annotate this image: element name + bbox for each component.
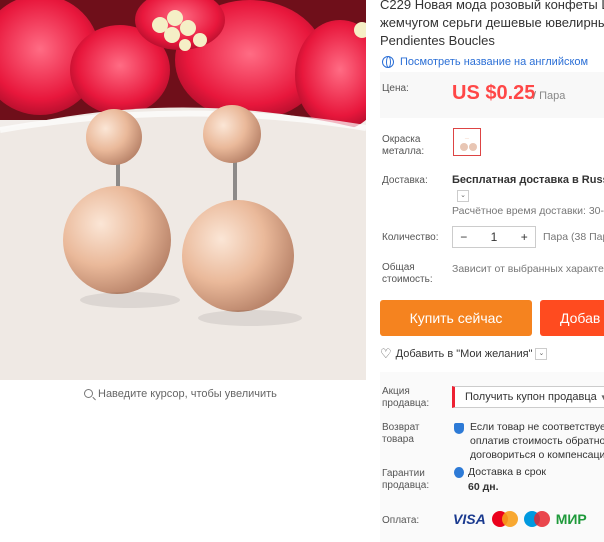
buy-now-button[interactable]: Купить сейчас [380,300,532,336]
payment-label: Оплата: [382,515,420,526]
payment-methods: VISA МИР [453,511,587,527]
shield-icon [454,423,464,434]
price-label: Цена: [382,83,409,94]
refund-text-line: Если товар не соответствует [470,421,604,433]
color-option-thumbnail[interactable] [453,128,481,156]
quantity-label: Количество: [382,232,439,243]
globe-icon [382,56,394,68]
guarantee-label: Гарантии продавца: [382,468,430,491]
add-to-cart-button[interactable]: Добав [540,300,604,336]
refund-label: Возврат товара [382,422,420,445]
caret-down-icon: ▼ [599,393,604,402]
mir-logo: МИР [555,511,587,527]
heart-icon: ♡ [380,346,392,361]
color-label: Окраска металла: [382,134,425,157]
chevron-down-icon[interactable]: ⌄ [457,190,469,202]
total-label: Общая стоимость: [382,262,433,285]
refund-text-line: оплатив стоимость обратно [470,435,604,447]
visa-logo: VISA [453,511,486,527]
get-coupon-dropdown[interactable]: Получить купон продавца ▼ [452,386,604,408]
quantity-stepper: − 1 + [452,226,536,248]
guarantee-days: 60 дн. [468,481,499,493]
zoom-hint: Наведите курсор, чтобы увеличить [84,388,277,400]
mastercard-logo [491,511,518,527]
chevron-down-icon[interactable]: ⌄ [535,348,548,360]
product-info-panel: C229 Новая мода розовый конфеты Ш жемчуг… [380,0,604,542]
price-value: US $0.25 [452,82,536,104]
translate-title-link[interactable]: Посмотреть название на английском [382,56,588,68]
price-section: Цена: US $0.25 / Пара [380,72,604,118]
wishlist-link[interactable]: ♡ Добавить в "Мои желания" ⌄ [380,346,548,362]
shipping-estimate: Расчётное время доставки: 30- [452,205,604,217]
promo-label: Акция продавца: [382,386,430,409]
shipping-label: Доставка: [382,175,428,186]
guarantee-text: Доставка в срок [468,466,547,478]
product-title: C229 Новая мода розовый конфеты Ш жемчуг… [380,0,604,50]
quantity-minus-button[interactable]: − [453,227,474,247]
product-title-line: жемчугом серьги дешевые ювелирны [380,15,604,30]
product-title-line: C229 Новая мода розовый конфеты Ш [380,0,604,12]
quantity-plus-button[interactable]: + [514,227,535,247]
quantity-available: Пара (38 Пар [543,231,604,243]
maestro-logo [523,511,550,527]
product-photo-illustration [0,0,366,380]
price-unit: / Пара [533,90,566,102]
quantity-input[interactable]: 1 [474,227,513,247]
total-value: Зависит от выбранных характер [452,263,604,275]
magnifier-icon [84,389,93,398]
product-title-line: Pendientes Boucles [380,33,495,48]
clock-icon [454,467,464,478]
shipping-value[interactable]: Бесплатная доставка в Russia [452,174,604,186]
refund-text-line: договориться о компенсаци [470,449,604,461]
product-image[interactable] [0,0,366,380]
